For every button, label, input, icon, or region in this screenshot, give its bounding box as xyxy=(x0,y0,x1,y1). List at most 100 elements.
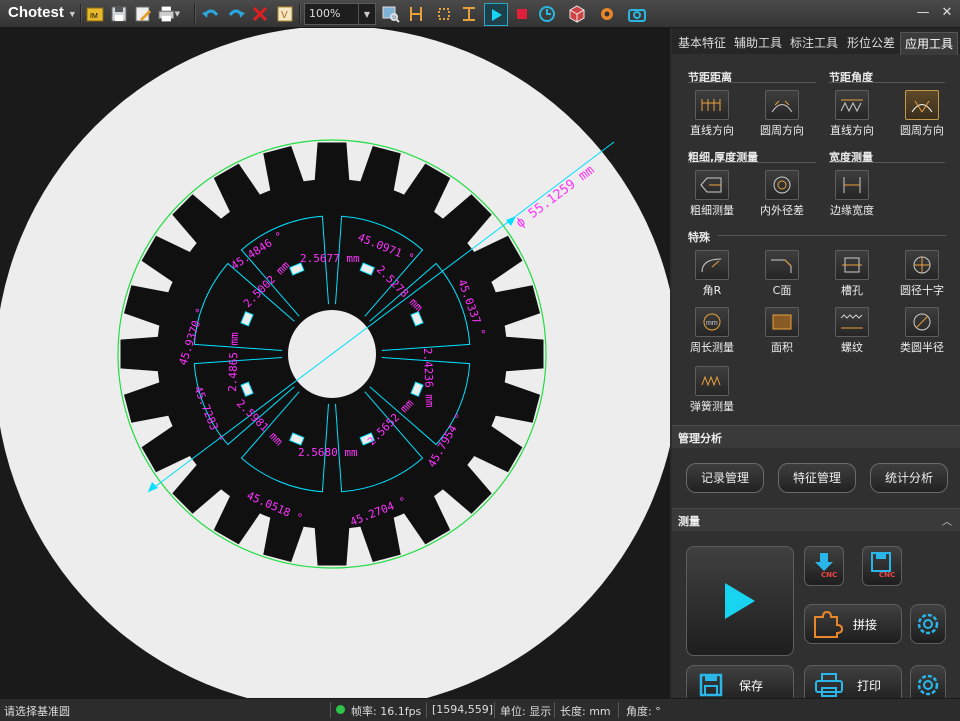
tool-circle-cross[interactable]: 圆径十字 xyxy=(892,250,952,298)
close-button[interactable]: ✕ xyxy=(936,4,958,22)
gear-tooth xyxy=(499,336,544,372)
camera-icon[interactable] xyxy=(626,3,648,24)
save-icon xyxy=(871,552,891,572)
tool-label: 类圆半径 xyxy=(900,341,944,354)
tab-annotation-tools[interactable]: 标注工具 xyxy=(786,32,842,54)
zoom-value: 100% xyxy=(309,7,341,20)
tool-edge-width[interactable]: 边缘宽度 xyxy=(822,170,882,218)
tool-angle-circular[interactable]: 圆周方向 xyxy=(892,90,952,138)
divider xyxy=(829,82,945,83)
minimize-button[interactable]: — xyxy=(912,4,934,22)
tool-label: 圆周方向 xyxy=(760,124,804,137)
run-measure-button[interactable] xyxy=(686,546,794,656)
area-icon xyxy=(765,307,799,337)
gear-tooth xyxy=(120,336,165,372)
delete-icon[interactable] xyxy=(249,3,271,24)
tool-area[interactable]: 面积 xyxy=(752,307,812,355)
stitch-settings-button[interactable] xyxy=(910,604,946,644)
undo-icon[interactable] xyxy=(200,3,222,24)
svg-text:IM: IM xyxy=(90,13,98,20)
gear-tooth xyxy=(314,521,350,566)
tool-label: 周长测量 xyxy=(690,341,734,354)
app-menu[interactable]: Chotest ▼ xyxy=(4,3,81,23)
gear-image: ϕ 55.1259 mm 45.4846 ° 45.0971 ° 45.0337… xyxy=(0,28,670,698)
im-icon[interactable]: IM xyxy=(84,3,106,24)
cube-icon[interactable] xyxy=(566,3,588,24)
record-management-button[interactable]: 记录管理 xyxy=(686,463,764,493)
tool-c-face[interactable]: C面 xyxy=(752,250,812,298)
statistics-button[interactable]: 统计分析 xyxy=(870,463,948,493)
stitch-button[interactable]: 拼接 xyxy=(804,604,902,644)
bounds-icon[interactable] xyxy=(433,3,455,24)
edge-width-icon xyxy=(835,170,869,200)
management-header[interactable]: 管理分析 xyxy=(672,425,960,448)
separator xyxy=(80,4,82,23)
tool-slot[interactable]: 槽孔 xyxy=(822,250,882,298)
camera-view[interactable]: ϕ 55.1259 mm 45.4846 ° 45.0971 ° 45.0337… xyxy=(0,28,670,698)
tool-label: 圆周方向 xyxy=(900,124,944,137)
edit-icon[interactable] xyxy=(132,3,154,24)
tool-perimeter[interactable]: mm 周长测量 xyxy=(682,307,742,355)
gear-tooth xyxy=(314,142,350,187)
pitch-linear-icon xyxy=(695,90,729,120)
corner-r-icon xyxy=(695,250,729,280)
save-icon[interactable] xyxy=(108,3,130,24)
play-icon xyxy=(725,583,755,619)
tool-angle-linear[interactable]: 直线方向 xyxy=(822,90,882,138)
puzzle-icon xyxy=(814,610,844,638)
cnc-label: CNC xyxy=(821,571,838,579)
feature-management-button[interactable]: 特征管理 xyxy=(778,463,856,493)
tab-basic-features[interactable]: 基本特征 xyxy=(674,32,730,54)
zoom-select[interactable]: 100% ▼ xyxy=(304,3,376,25)
cnc-download-button[interactable]: CNC xyxy=(804,546,844,586)
tool-pitch-linear[interactable]: 直线方向 xyxy=(682,90,742,138)
image-search-icon[interactable] xyxy=(380,3,402,24)
tab-aux-tools[interactable]: 辅助工具 xyxy=(730,32,786,54)
redo-icon[interactable] xyxy=(225,3,247,24)
circle-cross-icon xyxy=(905,250,939,280)
tool-diameter-diff[interactable]: 内外径差 xyxy=(752,170,812,218)
tool-pitch-circular[interactable]: 圆周方向 xyxy=(752,90,812,138)
measure-header[interactable]: 测量 ︿ xyxy=(672,508,960,531)
tab-app-tools[interactable]: 应用工具 xyxy=(900,32,958,55)
chevron-up-icon[interactable]: ︿ xyxy=(942,513,952,528)
separator xyxy=(330,702,331,718)
print-dropdown-icon[interactable]: ▼ xyxy=(158,3,180,24)
width-label: 2.5680 mm xyxy=(298,446,358,459)
tool-label: 弹簧测量 xyxy=(690,400,734,413)
width-label: 2.5677 mm xyxy=(300,252,360,265)
svg-text:V: V xyxy=(281,10,288,21)
angle-unit: 角度: ° xyxy=(626,705,661,718)
slot-icon xyxy=(835,250,869,280)
play-icon[interactable] xyxy=(484,3,508,26)
divider xyxy=(688,82,816,83)
tool-label: 螺纹 xyxy=(841,341,863,354)
separator xyxy=(494,702,495,718)
tool-label: 圆径十字 xyxy=(900,284,944,297)
status-bar: 请选择基准圆 帧率: 16.1fps [1594,559] 单位: 显示 长度:… xyxy=(0,698,960,721)
tool-corner-r[interactable]: 角R xyxy=(682,250,742,298)
divider xyxy=(829,162,945,163)
download-icon xyxy=(815,553,833,571)
gear-icon[interactable] xyxy=(596,3,618,24)
text-bounds-icon[interactable] xyxy=(458,3,480,24)
v-icon[interactable]: V xyxy=(274,3,296,24)
stop-icon[interactable] xyxy=(511,3,533,24)
clock-icon[interactable] xyxy=(536,3,558,24)
cnc-save-button[interactable]: CNC xyxy=(862,546,902,586)
svg-text:mm: mm xyxy=(706,320,718,327)
measure-icon[interactable] xyxy=(405,3,427,24)
tool-thread[interactable]: 螺纹 xyxy=(822,307,882,355)
chevron-down-icon[interactable]: ▼ xyxy=(358,4,375,24)
tab-gdt[interactable]: 形位公差 xyxy=(843,32,899,54)
tool-spring[interactable]: 弹簧测量 xyxy=(682,366,742,414)
cnc-label: CNC xyxy=(879,571,896,579)
tool-thickness[interactable]: 粗细测量 xyxy=(682,170,742,218)
tab-bar: 基本特征 辅助工具 标注工具 形位公差 应用工具 xyxy=(672,28,960,55)
perimeter-icon: mm xyxy=(695,307,729,337)
separator xyxy=(426,702,427,718)
tool-quasi-circle-radius[interactable]: 类圆半径 xyxy=(892,307,952,355)
section-title: 特殊 xyxy=(688,231,710,244)
tool-label: C面 xyxy=(772,284,792,297)
diameter-diff-icon xyxy=(765,170,799,200)
